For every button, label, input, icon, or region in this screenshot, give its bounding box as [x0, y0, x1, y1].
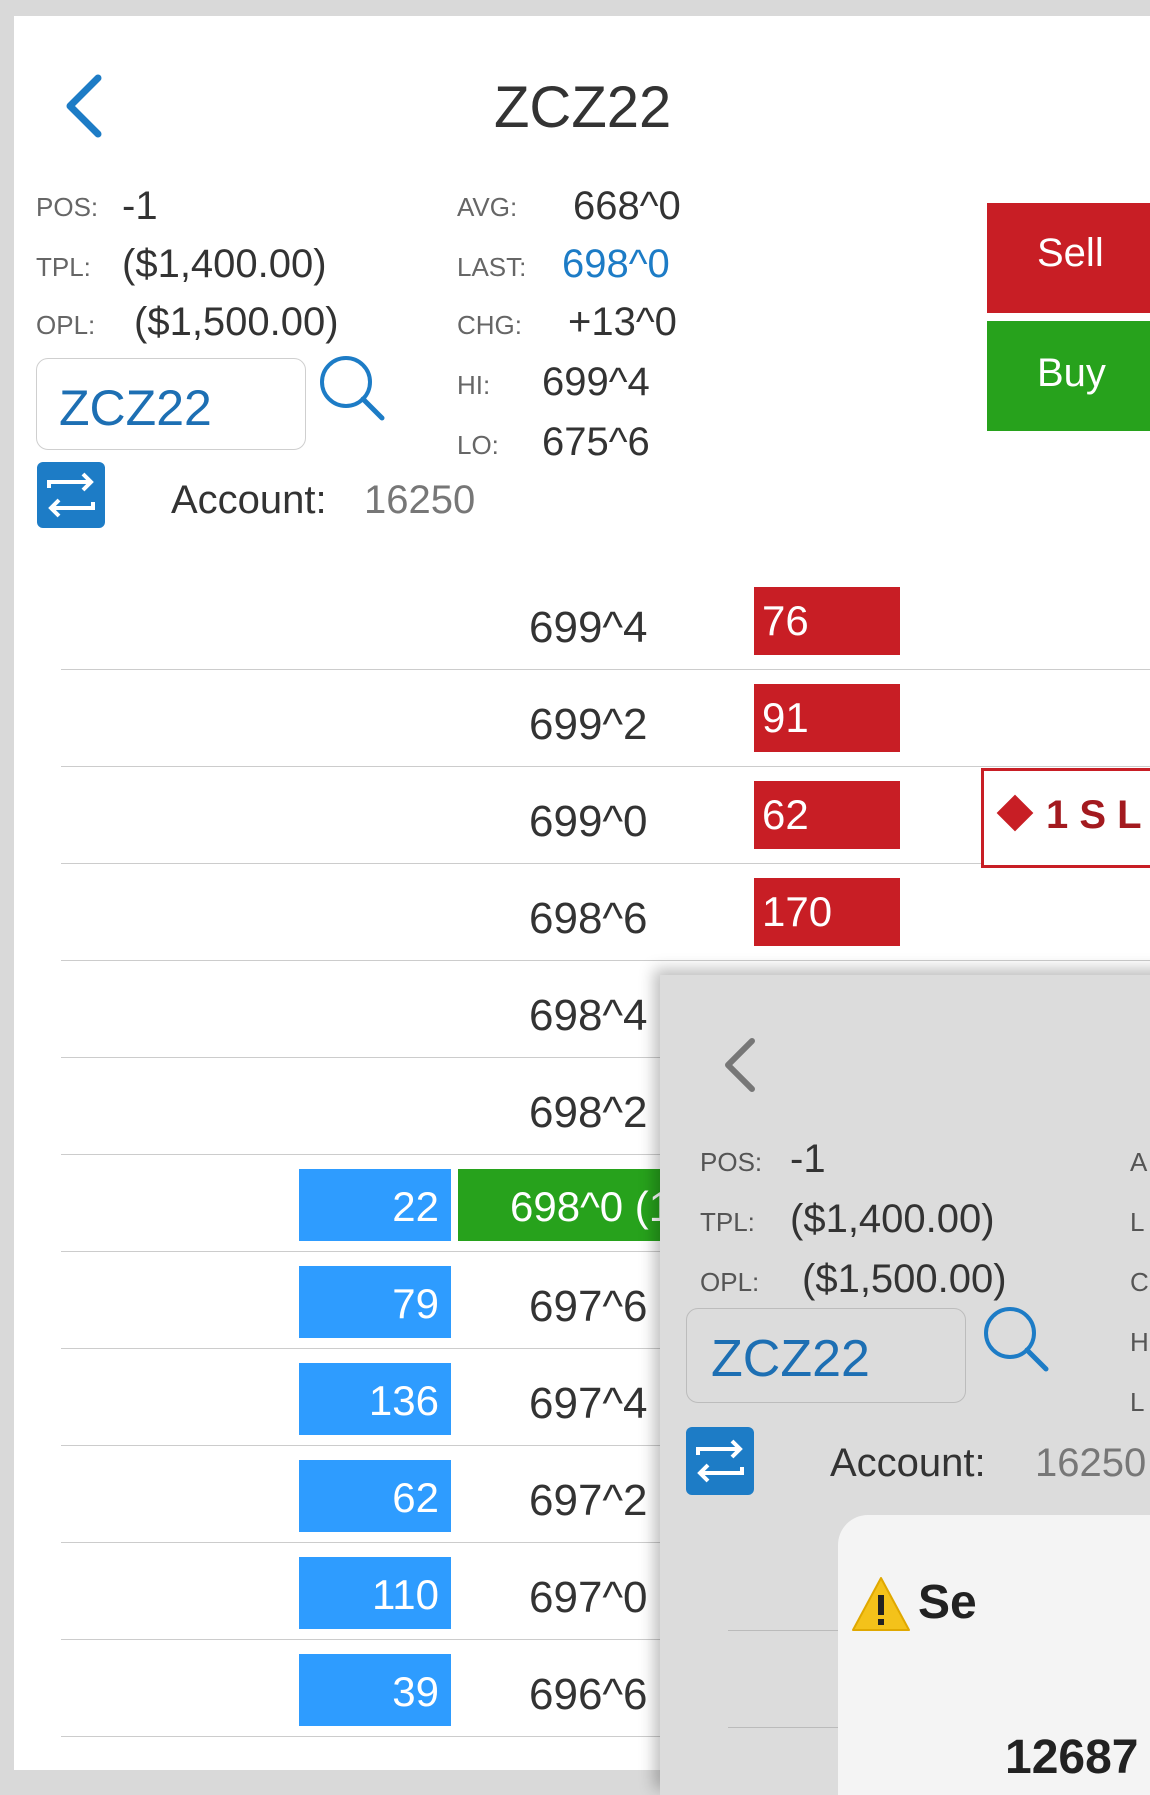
overlay-opl-label: OPL: [700, 1267, 760, 1297]
ladder-price[interactable]: 698^2 [529, 1088, 648, 1138]
sell-button[interactable]: Sell [987, 203, 1150, 313]
overlay-account-value: 16250 [1035, 1441, 1147, 1485]
hi-label: HI: [457, 370, 491, 400]
bid-size-cell[interactable]: 110 [299, 1557, 451, 1629]
tpl-label: TPL: [36, 252, 91, 282]
overlay-symbol-input[interactable]: ZCZ22 [686, 1308, 966, 1403]
ladder-price[interactable]: 698^6 [529, 894, 648, 944]
ladder-row: 699^4 76 [61, 573, 1150, 670]
overlay-screen: POS: -1 TPL: ($1,400.00) OPL: ($1,500.00… [660, 975, 1150, 1795]
overlay-last-label-clipped: L [1130, 1207, 1145, 1237]
tpl-value: ($1,400.00) [122, 242, 327, 286]
avg-label: AVG: [457, 192, 518, 222]
ladder-row: 698^6 170 [61, 864, 1150, 961]
row-divider [728, 1727, 848, 1728]
bid-size-cell[interactable]: 62 [299, 1460, 451, 1532]
ladder-price[interactable]: 696^6 [529, 1670, 648, 1720]
avg-value: 668^0 [573, 184, 681, 228]
overlay-tpl-label: TPL: [700, 1207, 755, 1237]
symbol-input[interactable]: ZCZ22 [36, 358, 306, 450]
buy-button[interactable]: Buy [987, 321, 1150, 431]
bid-size-cell[interactable]: 22 [299, 1169, 451, 1241]
bid-size-cell[interactable]: 39 [299, 1654, 451, 1726]
overlay-pos-value: -1 [790, 1137, 826, 1181]
account-value: 16250 [364, 478, 476, 522]
ladder-price[interactable]: 697^4 [529, 1379, 648, 1429]
opl-value: ($1,500.00) [134, 300, 339, 344]
ladder-price[interactable]: 699^0 [529, 797, 648, 847]
back-chevron-icon[interactable] [60, 70, 108, 142]
search-icon[interactable] [316, 352, 388, 424]
row-divider [728, 1630, 848, 1631]
last-value: 698^0 [562, 242, 670, 286]
ladder-price[interactable]: 697^0 [529, 1573, 648, 1623]
overlay-avg-label-clipped: A [1130, 1147, 1148, 1177]
ask-size-cell[interactable]: 170 [754, 878, 900, 946]
lo-value: 675^6 [542, 420, 650, 464]
overlay-account-label: Account: [830, 1441, 986, 1485]
ask-size-cell[interactable]: 91 [754, 684, 900, 752]
overlay-tpl-value: ($1,400.00) [790, 1197, 995, 1241]
working-order-label: 1 S L [1046, 793, 1142, 837]
warning-icon [852, 1577, 910, 1631]
bid-size-cell[interactable]: 136 [299, 1363, 451, 1435]
ask-size-cell[interactable]: 62 [754, 781, 900, 849]
chg-value: +13^0 [568, 300, 677, 344]
pos-label: POS: [36, 192, 99, 222]
pos-value: -1 [122, 184, 158, 228]
ladder-price[interactable]: 699^4 [529, 603, 648, 653]
search-icon[interactable] [980, 1303, 1052, 1375]
chg-label: CHG: [457, 310, 522, 340]
account-label: Account: [171, 478, 327, 522]
ladder-price[interactable]: 697^2 [529, 1476, 648, 1526]
bid-size-cell[interactable]: 79 [299, 1266, 451, 1338]
dialog-title: Se [918, 1576, 977, 1629]
account-switch-icon[interactable] [37, 462, 105, 528]
hi-value: 699^4 [542, 360, 650, 404]
order-diamond-icon [996, 794, 1034, 832]
overlay-chg-label-clipped: C [1130, 1267, 1149, 1297]
account-switch-icon[interactable] [686, 1427, 754, 1495]
overlay-opl-value: ($1,500.00) [802, 1257, 1007, 1301]
overlay-pos-label: POS: [700, 1147, 763, 1177]
ladder-price[interactable]: 698^4 [529, 991, 648, 1041]
last-label: LAST: [457, 252, 527, 282]
overlay-hi-label-clipped: H [1130, 1327, 1149, 1357]
working-order-marker[interactable]: 1 S L [981, 768, 1150, 868]
back-chevron-icon[interactable] [720, 1035, 760, 1095]
page-title: ZCZ22 [494, 75, 672, 140]
ladder-price[interactable]: 697^6 [529, 1282, 648, 1332]
ladder-price[interactable]: 699^2 [529, 700, 648, 750]
lo-label: LO: [457, 430, 499, 460]
dialog-number: 12687 [1005, 1731, 1139, 1784]
overlay-lo-label-clipped: L [1130, 1387, 1145, 1417]
opl-label: OPL: [36, 310, 96, 340]
ask-size-cell[interactable]: 76 [754, 587, 900, 655]
ladder-row: 699^2 91 [61, 670, 1150, 767]
